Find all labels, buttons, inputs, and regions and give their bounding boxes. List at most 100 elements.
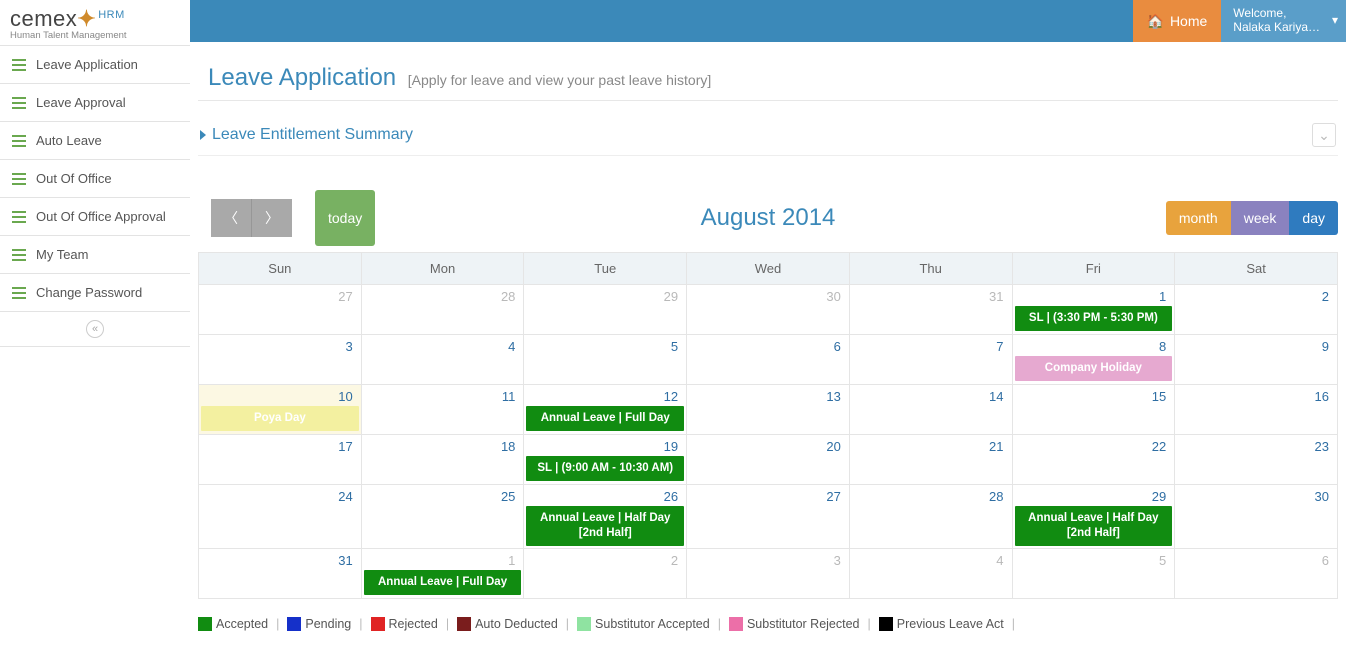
legend-item: Rejected: [371, 617, 438, 631]
dow-header: Fri: [1012, 253, 1175, 285]
dow-header: Sun: [199, 253, 362, 285]
legend-swatch: [729, 617, 743, 631]
calendar-cell[interactable]: 28: [361, 285, 524, 335]
calendar-cell[interactable]: 11: [361, 385, 524, 435]
calendar-event[interactable]: Poya Day: [201, 406, 359, 431]
calendar-cell[interactable]: 15: [1012, 385, 1175, 435]
day-number: 19: [524, 435, 686, 454]
calendar-event[interactable]: SL | (9:00 AM - 10:30 AM): [526, 456, 684, 481]
calendar-cell[interactable]: 1SL | (3:30 PM - 5:30 PM): [1012, 285, 1175, 335]
calendar-cell[interactable]: 29: [524, 285, 687, 335]
user-menu[interactable]: Welcome, Nalaka Kariya… ▾: [1221, 0, 1346, 42]
legend-item: Pending: [287, 617, 351, 631]
sidebar-item-leave-approval[interactable]: Leave Approval: [0, 84, 190, 122]
day-number: 31: [199, 549, 361, 568]
calendar-cell[interactable]: 3: [687, 548, 850, 598]
calendar-cell[interactable]: 8 Company Holiday: [1012, 335, 1175, 385]
calendar-cell[interactable]: 28: [849, 485, 1012, 549]
calendar-event[interactable]: SL | (3:30 PM - 5:30 PM): [1015, 306, 1173, 331]
calendar-event[interactable]: Annual Leave | Full Day: [526, 406, 684, 431]
sidebar-collapse-button[interactable]: «: [0, 312, 190, 347]
calendar-cell[interactable]: 5: [1012, 548, 1175, 598]
day-number: 5: [1013, 549, 1175, 568]
calendar-cell[interactable]: 21: [849, 435, 1012, 485]
calendar-cell[interactable]: 9: [1175, 335, 1338, 385]
prev-button[interactable]: 〈: [211, 199, 251, 237]
calendar-cell[interactable]: 25: [361, 485, 524, 549]
view-week[interactable]: week: [1231, 201, 1290, 235]
calendar-cell[interactable]: 7: [849, 335, 1012, 385]
calendar-cell[interactable]: 1Annual Leave | Full Day: [361, 548, 524, 598]
day-number: 4: [362, 335, 524, 354]
view-month[interactable]: month: [1166, 201, 1231, 235]
calendar-cell[interactable]: 23: [1175, 435, 1338, 485]
sidebar-item-label: Leave Approval: [36, 95, 126, 110]
calendar-cell[interactable]: 29Annual Leave | Half Day [2nd Half]: [1012, 485, 1175, 549]
calendar-cell[interactable]: 6: [687, 335, 850, 385]
day-number: 27: [199, 285, 361, 304]
sidebar-item-auto-leave[interactable]: Auto Leave: [0, 122, 190, 160]
calendar-cell[interactable]: 2: [524, 548, 687, 598]
calendar-cell[interactable]: 30: [687, 285, 850, 335]
sidebar-item-my-team[interactable]: My Team: [0, 236, 190, 274]
day-number: 8: [1013, 335, 1175, 354]
day-number: 20: [687, 435, 849, 454]
dow-header: Thu: [849, 253, 1012, 285]
calendar-cell[interactable]: 13: [687, 385, 850, 435]
sidebar-item-out-of-office-approval[interactable]: Out Of Office Approval: [0, 198, 190, 236]
calendar-cell[interactable]: 20: [687, 435, 850, 485]
calendar-cell[interactable]: 19 SL | (9:00 AM - 10:30 AM): [524, 435, 687, 485]
menu-bars-icon: [12, 59, 26, 71]
calendar-cell[interactable]: 26Annual Leave | Half Day [2nd Half]: [524, 485, 687, 549]
next-button[interactable]: 〉: [251, 199, 292, 237]
calendar-cell[interactable]: 4: [849, 548, 1012, 598]
day-number: 5: [524, 335, 686, 354]
calendar-cell[interactable]: 16: [1175, 385, 1338, 435]
legend-item: Accepted: [198, 617, 268, 631]
day-number: 29: [524, 285, 686, 304]
calendar-cell[interactable]: 27: [199, 285, 362, 335]
day-number: 21: [850, 435, 1012, 454]
calendar-cell[interactable]: 4: [361, 335, 524, 385]
calendar-cell[interactable]: 14: [849, 385, 1012, 435]
calendar-cell[interactable]: 12 Annual Leave | Full Day: [524, 385, 687, 435]
calendar-cell[interactable]: 3: [199, 335, 362, 385]
calendar-cell[interactable]: 24: [199, 485, 362, 549]
entitlement-summary-toggle[interactable]: Leave Entitlement Summary ⌄: [198, 115, 1338, 156]
calendar-cell[interactable]: 6: [1175, 548, 1338, 598]
calendar-cell[interactable]: 31: [199, 548, 362, 598]
calendar-event[interactable]: Company Holiday: [1015, 356, 1173, 381]
calendar-cell[interactable]: 17: [199, 435, 362, 485]
calendar-event[interactable]: Annual Leave | Half Day [2nd Half]: [1015, 506, 1173, 546]
legend-item: Substitutor Accepted: [577, 617, 710, 631]
dow-header: Wed: [687, 253, 850, 285]
chevron-down-icon[interactable]: ⌄: [1312, 123, 1336, 147]
calendar-cell[interactable]: 31: [849, 285, 1012, 335]
calendar-cell[interactable]: 22: [1012, 435, 1175, 485]
calendar-cell[interactable]: 10Poya Day: [199, 385, 362, 435]
sidebar-item-leave-application[interactable]: Leave Application: [0, 46, 190, 84]
calendar-cell[interactable]: 5: [524, 335, 687, 385]
calendar-cell[interactable]: 27: [687, 485, 850, 549]
view-day[interactable]: day: [1289, 201, 1338, 235]
day-number: 27: [687, 485, 849, 504]
calendar-cell[interactable]: 2: [1175, 285, 1338, 335]
day-number: 2: [1175, 285, 1337, 304]
day-number: 12: [524, 385, 686, 404]
today-button[interactable]: today: [315, 190, 375, 246]
calendar-cell[interactable]: 30: [1175, 485, 1338, 549]
home-button[interactable]: 🏠 Home: [1133, 0, 1222, 42]
calendar-event[interactable]: Annual Leave | Full Day: [364, 570, 522, 595]
brand-x-icon: ✦: [77, 6, 96, 31]
day-number: 16: [1175, 385, 1337, 404]
sidebar-item-out-of-office[interactable]: Out Of Office: [0, 160, 190, 198]
day-number: 28: [362, 285, 524, 304]
calendar-event[interactable]: Annual Leave | Half Day [2nd Half]: [526, 506, 684, 546]
day-number: 13: [687, 385, 849, 404]
calendar-cell[interactable]: 18: [361, 435, 524, 485]
legend-swatch: [198, 617, 212, 631]
chevron-right-icon: 〉: [265, 210, 279, 226]
sidebar-item-change-password[interactable]: Change Password: [0, 274, 190, 312]
legend-swatch: [879, 617, 893, 631]
sidebar-item-label: Out Of Office Approval: [36, 209, 166, 224]
